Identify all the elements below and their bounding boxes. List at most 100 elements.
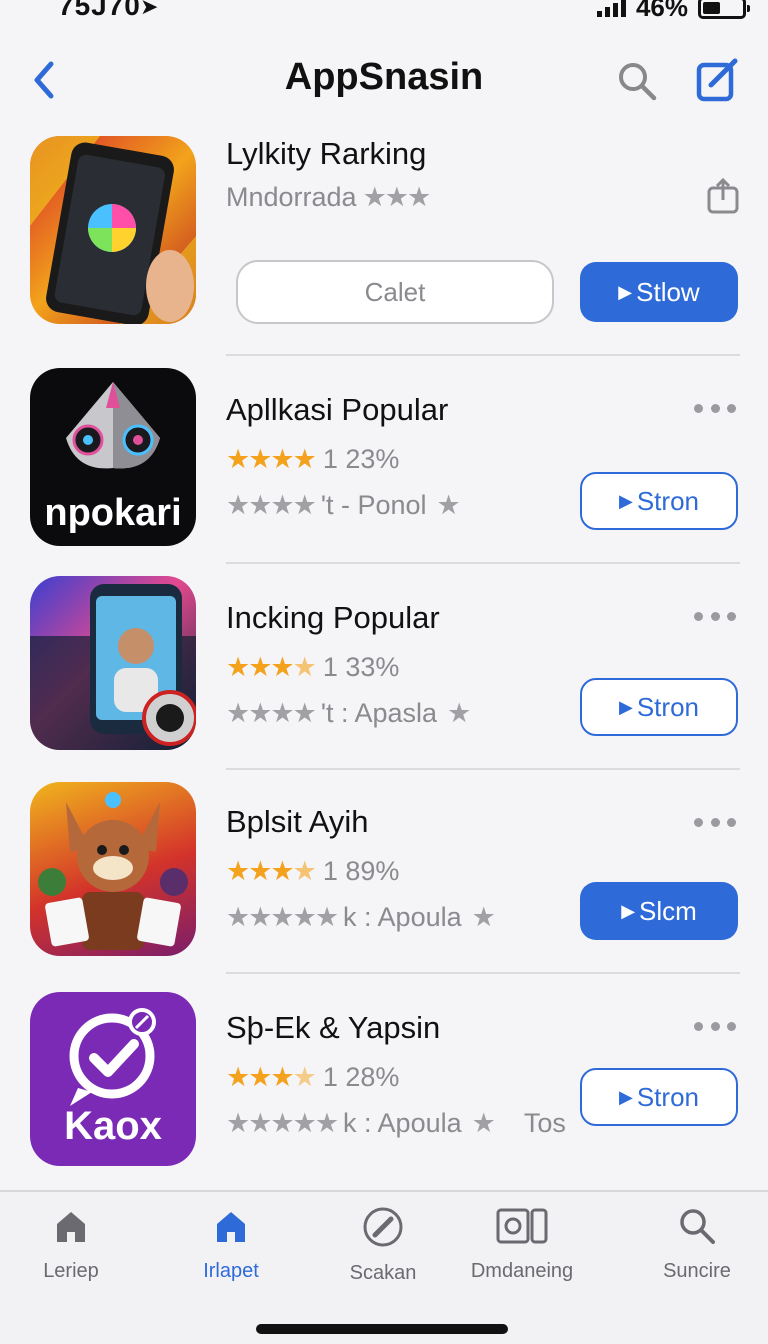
star-icon: ★ bbox=[471, 1108, 496, 1138]
app-icon-text: npokari bbox=[44, 492, 182, 534]
tab-bar: Leriep Irlapet Scakan Dmdaneing Suncire bbox=[0, 1190, 768, 1344]
tab-label: Suncire bbox=[663, 1260, 731, 1282]
dot-icon bbox=[727, 611, 736, 621]
meta-line: ★★★★★ k : Apoula ★ bbox=[226, 902, 500, 933]
star-rating: ★★★ bbox=[362, 182, 432, 212]
compose-icon bbox=[696, 58, 738, 102]
star-rating: ★★★★ bbox=[226, 444, 317, 474]
button-label: Stlow bbox=[636, 276, 700, 307]
dot-icon bbox=[710, 403, 720, 413]
dot-icon bbox=[727, 403, 736, 413]
rating-line: ★★★★ 1 28% bbox=[226, 1062, 399, 1093]
star-rating-grey: ★★★★ bbox=[226, 490, 317, 520]
edit-circle-icon bbox=[363, 1207, 403, 1247]
button-label: Stron bbox=[636, 691, 699, 722]
app-row[interactable]: Incking Popular ★★★★ 1 33% ★★★★ 't : Apa… bbox=[0, 576, 768, 752]
rating-percent: 1 23% bbox=[322, 444, 400, 474]
dot-icon bbox=[727, 817, 736, 827]
status-bar: 75J70 ➤ 46% bbox=[0, 0, 768, 28]
share-button[interactable] bbox=[706, 176, 742, 216]
primary-button[interactable]: ▶ Stlow bbox=[580, 262, 738, 322]
divider bbox=[226, 354, 740, 356]
app-row[interactable]: Kaox Sþ-Ek & Yapsin ★★★★ 1 28% ★★★★★ k :… bbox=[0, 992, 768, 1168]
app-icon[interactable]: npokari bbox=[30, 368, 196, 546]
status-time: 75J70 bbox=[58, 0, 141, 21]
meta-line: ★★★★ 't : Apasla ★ bbox=[226, 698, 475, 729]
home-indicator bbox=[256, 1324, 508, 1334]
get-button[interactable]: ▶ Stron bbox=[580, 1068, 738, 1126]
dot-icon bbox=[694, 403, 703, 413]
star-icon: ★ bbox=[447, 698, 471, 728]
rating-percent: 1 89% bbox=[322, 856, 400, 886]
play-icon: ▶ bbox=[619, 1086, 633, 1107]
app-icon[interactable] bbox=[30, 782, 196, 956]
dot-icon bbox=[694, 1021, 703, 1031]
app-meta: k : Apoula bbox=[343, 1108, 462, 1138]
meta-line: ★★★★★ k : Apoula ★ Tos bbox=[226, 1108, 566, 1139]
search-icon bbox=[619, 63, 657, 101]
play-icon: ▶ bbox=[619, 490, 633, 511]
more-button[interactable] bbox=[694, 604, 736, 628]
divider bbox=[226, 562, 740, 564]
rating-line: ★★★★ 1 23% bbox=[226, 444, 399, 475]
tab-suncire[interactable]: Suncire bbox=[622, 1206, 768, 1283]
rating-percent: 1 33% bbox=[322, 652, 400, 682]
button-label: Stron bbox=[636, 1081, 699, 1112]
get-button[interactable]: ▶ Slcm bbox=[580, 882, 738, 940]
dot-icon bbox=[710, 817, 720, 827]
dot-icon bbox=[727, 1021, 736, 1031]
app-icon-text: Kaox bbox=[64, 1104, 162, 1148]
search-button[interactable] bbox=[612, 56, 662, 106]
rating-line: ★★★★ 1 89% bbox=[226, 856, 399, 887]
location-arrow-icon: ➤ bbox=[140, 0, 159, 19]
app-icon[interactable]: Kaox bbox=[30, 992, 196, 1166]
share-icon bbox=[707, 177, 739, 214]
app-meta: 't - Ponol bbox=[320, 490, 427, 520]
meta-line: ★★★★ 't - Ponol ★ bbox=[226, 490, 465, 521]
app-name: Sþ-Ek & Yapsin bbox=[226, 1010, 441, 1045]
cartoon-character-icon bbox=[38, 792, 188, 950]
more-button[interactable] bbox=[694, 1014, 736, 1038]
star-rating-grey: ★★★★★ bbox=[226, 1108, 339, 1138]
compose-button[interactable] bbox=[692, 54, 744, 106]
home-icon bbox=[217, 1212, 245, 1242]
featured-app-row[interactable]: Lylkity Rarking Mndorrada ★★★ Calet ▶ St… bbox=[0, 136, 768, 346]
get-button[interactable]: ▶ Stron bbox=[580, 678, 738, 736]
battery-icon bbox=[698, 0, 750, 19]
dot-icon bbox=[710, 1021, 720, 1031]
more-button[interactable] bbox=[694, 396, 736, 420]
search-icon bbox=[680, 1209, 715, 1244]
phone-in-hand-icon bbox=[30, 136, 196, 324]
star-rating: ★★★★ bbox=[226, 856, 317, 886]
tab-label: Dmdaneing bbox=[470, 1260, 574, 1282]
featured-app-icon[interactable] bbox=[30, 136, 196, 324]
video-call-icon bbox=[30, 584, 196, 750]
app-meta-suffix: Tos bbox=[523, 1108, 566, 1138]
tab-label: Irlapet bbox=[203, 1260, 259, 1282]
app-icon[interactable] bbox=[30, 576, 196, 750]
app-row[interactable]: Bplsit Ayih ★★★★ 1 89% ★★★★★ k : Apoula … bbox=[0, 782, 768, 958]
app-subtitle-line: Mndorrada ★★★ bbox=[226, 182, 435, 213]
divider bbox=[226, 972, 740, 974]
battery-fill bbox=[703, 1, 721, 14]
battery-percent: 46% bbox=[635, 0, 688, 22]
rating-percent: 1 28% bbox=[322, 1062, 400, 1092]
dot-icon bbox=[694, 611, 703, 621]
divider bbox=[226, 768, 740, 770]
app-name: Apllkasi Popular bbox=[226, 392, 449, 427]
play-icon: ▶ bbox=[621, 900, 636, 921]
button-label: Stron bbox=[636, 485, 699, 516]
more-button[interactable] bbox=[694, 810, 736, 834]
app-subtitle: Mndorrada bbox=[226, 182, 357, 212]
status-right: 46% bbox=[596, 0, 750, 23]
get-button[interactable]: ▶ Stron bbox=[580, 472, 738, 530]
tab-label: Scakan bbox=[349, 1262, 417, 1284]
tab-dmdaneing[interactable]: Dmdaneing bbox=[447, 1206, 597, 1283]
tab-label: Leriep bbox=[43, 1260, 99, 1282]
tab-irlapet[interactable]: Irlapet bbox=[156, 1206, 306, 1283]
secondary-button[interactable]: Calet bbox=[236, 260, 554, 324]
tab-scakan[interactable]: Scakan bbox=[308, 1206, 458, 1285]
gallery-icon bbox=[496, 1208, 548, 1244]
app-row[interactable]: npokari Apllkasi Popular ★★★★ 1 23% ★★★★… bbox=[0, 368, 768, 546]
tab-leriep[interactable]: Leriep bbox=[0, 1206, 146, 1283]
